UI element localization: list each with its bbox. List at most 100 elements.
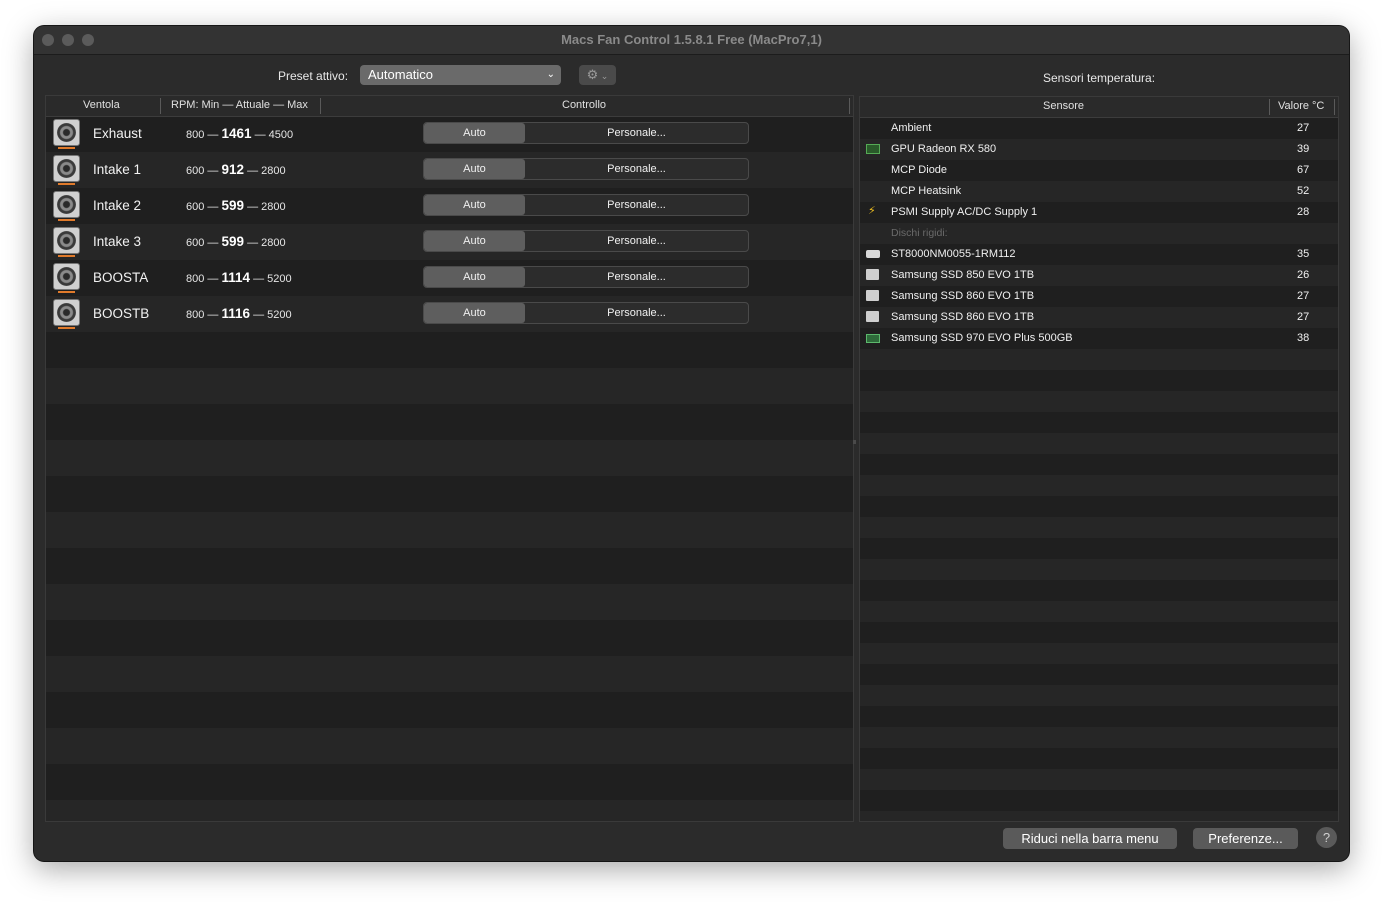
column-rpm[interactable]: RPM: Min — Attuale — Max xyxy=(171,99,308,111)
sensor-name: Samsung SSD 860 EVO 1TB xyxy=(891,290,1035,302)
custom-button[interactable]: Personale... xyxy=(525,123,748,143)
auto-button[interactable]: Auto xyxy=(424,303,525,323)
sensor-row[interactable]: ⚡ PSMI Supply AC/DC Supply 1 28 xyxy=(860,202,1338,223)
sensor-row[interactable]: MCP Heatsink 52 xyxy=(860,181,1338,202)
sensor-row[interactable]: Samsung SSD 860 EVO 1TB 27 xyxy=(860,307,1338,328)
preset-label: Preset attivo: xyxy=(278,69,349,83)
sensor-row[interactable]: MCP Diode 67 xyxy=(860,160,1338,181)
fan-rpm: 800 — 1116 — 5200 xyxy=(186,306,292,321)
rpm-max: 5200 xyxy=(267,309,292,321)
fan-rpm: 800 — 1114 — 5200 xyxy=(186,270,292,285)
column-sensor[interactable]: Sensore xyxy=(1043,100,1084,112)
table-row-background xyxy=(860,538,1338,559)
sensor-name: GPU Radeon RX 580 xyxy=(891,143,997,155)
table-row-background xyxy=(860,748,1338,769)
fan-row[interactable]: Exhaust 800 — 1461 — 4500 Auto Personale… xyxy=(46,116,853,152)
sensor-row[interactable]: Samsung SSD 860 EVO 1TB 27 xyxy=(860,286,1338,307)
fan-control-segmented[interactable]: Auto Personale... xyxy=(423,230,749,252)
table-row-background xyxy=(46,404,853,440)
fan-name: Intake 2 xyxy=(93,198,142,213)
sensor-value: 26 xyxy=(1297,269,1310,281)
fan-rpm: 600 — 599 — 2800 xyxy=(186,234,286,249)
sensor-name: Ambient xyxy=(891,122,932,134)
table-row-background xyxy=(46,656,853,692)
table-row-background xyxy=(46,584,853,620)
table-row-background xyxy=(860,601,1338,622)
chevron-down-icon: ⌄ xyxy=(546,69,555,80)
sensor-value: 27 xyxy=(1297,290,1310,302)
hide-to-menubar-button[interactable]: Riduci nella barra menu xyxy=(1003,828,1177,849)
fan-icon xyxy=(53,299,80,329)
table-row-background xyxy=(46,764,853,800)
fan-row[interactable]: Intake 1 600 — 912 — 2800 Auto Personale… xyxy=(46,152,853,188)
fan-row[interactable]: Intake 3 600 — 599 — 2800 Auto Personale… xyxy=(46,224,853,260)
rpm-current: 1114 xyxy=(221,270,251,285)
column-control[interactable]: Controllo xyxy=(562,99,606,111)
sensor-value: 27 xyxy=(1297,311,1310,323)
fan-row[interactable]: BOOSTA 800 — 1114 — 5200 Auto Personale.… xyxy=(46,260,853,296)
fan-row[interactable]: Intake 2 600 — 599 — 2800 Auto Personale… xyxy=(46,188,853,224)
ssd-icon xyxy=(866,290,879,301)
fan-icon xyxy=(53,191,80,221)
custom-button[interactable]: Personale... xyxy=(525,195,748,215)
fan-control-segmented[interactable]: Auto Personale... xyxy=(423,266,749,288)
custom-button[interactable]: Personale... xyxy=(525,159,748,179)
table-row-background xyxy=(46,548,853,584)
sensor-value: 28 xyxy=(1297,206,1310,218)
sensor-row[interactable]: Ambient 27 xyxy=(860,118,1338,139)
gpu-icon xyxy=(866,144,880,154)
sensor-row[interactable]: ST8000NM0055-1RM112 35 xyxy=(860,244,1338,265)
sensor-row[interactable]: Samsung SSD 970 EVO Plus 500GB 38 xyxy=(860,328,1338,349)
auto-button[interactable]: Auto xyxy=(424,231,525,251)
table-row-background xyxy=(860,706,1338,727)
sensor-row[interactable]: Samsung SSD 850 EVO 1TB 26 xyxy=(860,265,1338,286)
sensors-title: Sensori temperatura: xyxy=(1043,71,1156,85)
table-row-background xyxy=(860,517,1338,538)
auto-button[interactable]: Auto xyxy=(424,123,525,143)
window-title: Macs Fan Control 1.5.8.1 Free (MacPro7,1… xyxy=(561,32,822,47)
custom-button[interactable]: Personale... xyxy=(525,303,748,323)
sensor-value: 27 xyxy=(1297,122,1310,134)
fan-icon xyxy=(53,263,80,293)
auto-button[interactable]: Auto xyxy=(424,159,525,179)
fan-name: BOOSTB xyxy=(93,306,150,321)
table-row-background xyxy=(860,727,1338,748)
fan-row[interactable]: BOOSTB 800 — 1116 — 5200 Auto Personale.… xyxy=(46,296,853,332)
table-row-background xyxy=(46,332,853,368)
auto-button[interactable]: Auto xyxy=(424,267,525,287)
preferences-button[interactable]: Preferenze... xyxy=(1193,828,1298,849)
rpm-max: 4500 xyxy=(268,129,294,141)
preset-settings-button[interactable]: ⚙ ⌄ xyxy=(579,65,616,85)
rpm-min: 600 xyxy=(186,237,205,249)
custom-button[interactable]: Personale... xyxy=(525,267,748,287)
rpm-max: 2800 xyxy=(261,201,286,213)
table-row-background xyxy=(860,349,1338,370)
auto-button[interactable]: Auto xyxy=(424,195,525,215)
table-row-background xyxy=(860,580,1338,601)
fan-control-segmented[interactable]: Auto Personale... xyxy=(423,194,749,216)
preset-select[interactable]: Automatico ⌄ xyxy=(360,65,561,85)
rpm-current: 1116 xyxy=(221,306,251,321)
rpm-current: 599 xyxy=(221,198,245,213)
sensor-name: PSMI Supply AC/DC Supply 1 xyxy=(891,206,1038,218)
group-label: Dischi rigidi: xyxy=(891,227,948,239)
fan-name: Intake 3 xyxy=(93,234,142,249)
sensor-value: 35 xyxy=(1297,248,1310,260)
fan-control-segmented[interactable]: Auto Personale... xyxy=(423,158,749,180)
help-button[interactable]: ? xyxy=(1316,827,1337,848)
column-value[interactable]: Valore °C xyxy=(1278,100,1324,112)
sensor-name: Samsung SSD 850 EVO 1TB xyxy=(891,269,1035,281)
sensor-row[interactable]: GPU Radeon RX 580 39 xyxy=(860,139,1338,160)
column-fan[interactable]: Ventola xyxy=(83,99,120,111)
fan-control-segmented[interactable]: Auto Personale... xyxy=(423,122,749,144)
table-row-background xyxy=(46,476,853,512)
table-row-background xyxy=(860,475,1338,496)
custom-button[interactable]: Personale... xyxy=(525,231,748,251)
fan-icon xyxy=(53,227,80,257)
fan-rpm: 600 — 912 — 2800 xyxy=(186,162,286,177)
split-divider[interactable] xyxy=(853,440,856,444)
sensor-name: MCP Diode xyxy=(891,164,948,176)
sensor-value: 38 xyxy=(1297,332,1310,344)
fan-control-segmented[interactable]: Auto Personale... xyxy=(423,302,749,324)
table-row-background xyxy=(860,433,1338,454)
